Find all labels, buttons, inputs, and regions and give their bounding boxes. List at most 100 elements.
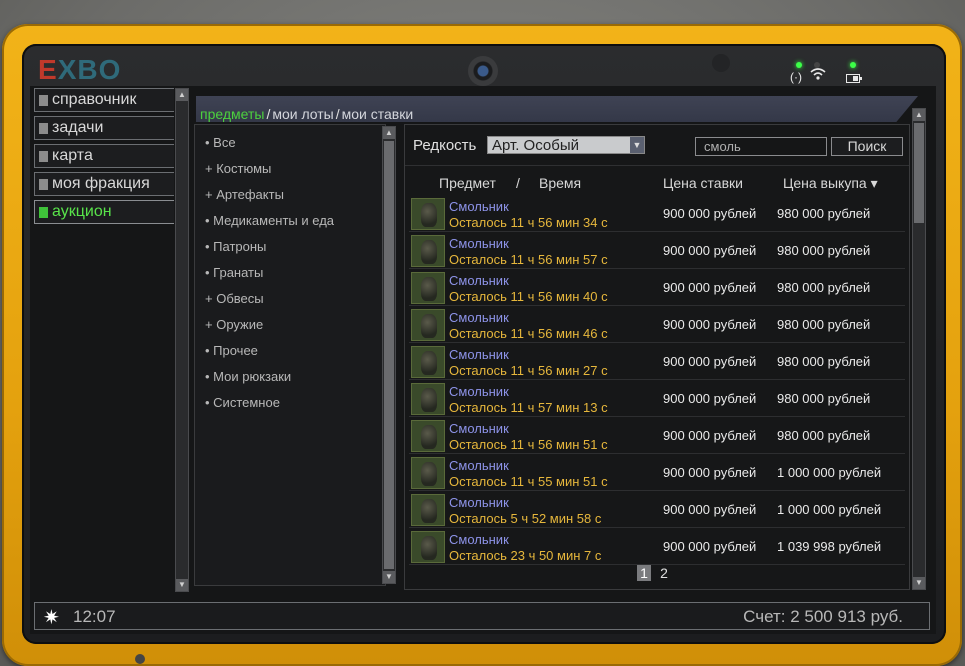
category-other[interactable]: • Прочее xyxy=(205,343,258,358)
artifact-icon xyxy=(421,536,437,560)
category-scrollbar[interactable]: ▲ ▼ xyxy=(382,126,396,584)
scroll-down-icon[interactable]: ▼ xyxy=(913,577,925,589)
table-row[interactable]: Смольник Осталось 11 ч 56 мин 40 с 900 000… xyxy=(409,269,905,306)
page-2-button[interactable]: 2 xyxy=(657,565,671,581)
page-1-button[interactable]: 1 xyxy=(637,565,651,581)
antenna-icon: (·) xyxy=(790,70,802,84)
sidebar-item-label: аукцион xyxy=(52,203,112,220)
category-medicine-food[interactable]: • Медикаменты и еда xyxy=(205,213,334,228)
artifact-icon xyxy=(421,425,437,449)
column-item[interactable]: Предмет xyxy=(439,175,496,191)
table-row[interactable]: Смольник Осталось 11 ч 56 мин 51 с 900 000… xyxy=(409,417,905,454)
table-row[interactable]: Смольник Осталось 11 ч 56 мин 57 с 900 000… xyxy=(409,232,905,269)
category-attachments[interactable]: + Обвесы xyxy=(205,291,264,306)
lot-buyout-price: 1 039 998 рублей xyxy=(777,539,882,554)
artifact-thumbnail xyxy=(411,346,445,378)
lot-rows: Смольник Осталось 11 ч 56 мин 34 с 900 000… xyxy=(409,195,905,565)
bullet-icon xyxy=(39,206,48,218)
search-input[interactable]: смоль xyxy=(695,137,827,156)
rarity-label: Редкость xyxy=(413,137,477,154)
lot-bid-price: 900 000 рублей xyxy=(663,539,757,554)
rarity-value: Арт. Особый xyxy=(492,137,579,154)
artifact-thumbnail xyxy=(411,383,445,415)
lot-bid-price: 900 000 рублей xyxy=(663,354,757,369)
table-row[interactable]: Смольник Осталось 11 ч 56 мин 27 с 900 000… xyxy=(409,343,905,380)
table-row[interactable]: Смольник Осталось 11 ч 57 мин 13 с 900 000… xyxy=(409,380,905,417)
tab-my-bids[interactable]: мои ставки xyxy=(342,106,414,122)
category-grenades[interactable]: • Гранаты xyxy=(205,265,263,280)
lot-bid-price: 900 000 рублей xyxy=(663,280,757,295)
lot-name: Смольник xyxy=(449,273,509,288)
category-weapons[interactable]: + Оружие xyxy=(205,317,263,332)
category-ammo[interactable]: • Патроны xyxy=(205,239,266,254)
sidebar-item-label: карта xyxy=(52,147,93,164)
scroll-up-icon[interactable]: ▲ xyxy=(383,127,395,139)
bullet-icon xyxy=(39,94,48,106)
table-row[interactable]: Смольник Осталось 11 ч 56 мин 34 с 900 000… xyxy=(409,195,905,232)
column-time[interactable]: Время xyxy=(539,175,581,191)
bullet-icon xyxy=(39,178,48,190)
chevron-down-icon[interactable]: ▼ xyxy=(630,137,644,153)
lot-time-left: Осталось 23 ч 50 мин 7 с xyxy=(449,548,602,563)
lot-bid-price: 900 000 рублей xyxy=(663,428,757,443)
lot-time-left: Осталось 11 ч 56 мин 40 с xyxy=(449,289,608,304)
category-my-backpacks[interactable]: • Мои рюкзаки xyxy=(205,369,291,384)
column-buyout-price[interactable]: Цена выкупа ▾ xyxy=(783,175,878,192)
artifact-icon xyxy=(421,388,437,412)
lot-time-left: Осталось 11 ч 56 мин 46 с xyxy=(449,326,608,341)
tab-separator: / xyxy=(266,106,271,122)
sidebar-item-reference[interactable]: справочник xyxy=(34,88,174,112)
sidebar-item-map[interactable]: карта xyxy=(34,144,174,168)
scroll-up-icon[interactable]: ▲ xyxy=(913,109,925,121)
lot-buyout-price: 980 000 рублей xyxy=(777,206,871,221)
divider xyxy=(405,165,909,166)
scroll-thumb[interactable] xyxy=(384,141,394,569)
tab-my-lots[interactable]: мои лоты xyxy=(272,106,333,122)
sidebar-item-label: задачи xyxy=(52,119,104,136)
lot-list-scrollbar[interactable]: ▲ ▼ xyxy=(912,108,926,590)
lot-name: Смольник xyxy=(449,384,509,399)
scroll-down-icon[interactable]: ▼ xyxy=(383,571,395,583)
battery-led-icon xyxy=(850,62,856,68)
sidebar-scrollbar[interactable]: ▲ ▼ xyxy=(175,88,189,592)
category-all[interactable]: • Все xyxy=(205,135,236,150)
artifact-icon xyxy=(421,277,437,301)
scroll-thumb[interactable] xyxy=(914,123,924,223)
lot-time-left: Осталось 5 ч 52 мин 58 с xyxy=(449,511,602,526)
tab-items[interactable]: предметы xyxy=(200,106,264,122)
artifact-thumbnail xyxy=(411,420,445,452)
table-row[interactable]: Смольник Осталось 11 ч 56 мин 46 с 900 000… xyxy=(409,306,905,343)
rarity-dropdown[interactable]: Арт. Особый ▼ xyxy=(487,136,645,154)
lot-buyout-price: 980 000 рублей xyxy=(777,428,871,443)
artifact-icon xyxy=(421,314,437,338)
exbo-logo: EXBO xyxy=(38,54,122,85)
artifact-icon xyxy=(421,203,437,227)
scroll-up-icon[interactable]: ▲ xyxy=(176,89,188,101)
lot-name: Смольник xyxy=(449,236,509,251)
lot-time-left: Осталось 11 ч 56 мин 27 с xyxy=(449,363,608,378)
table-row[interactable]: Смольник Осталось 11 ч 55 мин 51 с 900 000… xyxy=(409,454,905,491)
artifact-thumbnail xyxy=(411,198,445,230)
tab-separator: / xyxy=(335,106,340,122)
artifact-thumbnail xyxy=(411,272,445,304)
scroll-down-icon[interactable]: ▼ xyxy=(176,579,188,591)
artifact-thumbnail xyxy=(411,235,445,267)
category-suits[interactable]: + Костюмы xyxy=(205,161,271,176)
artifact-icon xyxy=(421,240,437,264)
sidebar-item-tasks[interactable]: задачи xyxy=(34,116,174,140)
category-system[interactable]: • Системное xyxy=(205,395,280,410)
home-button[interactable] xyxy=(135,654,145,664)
sidebar-item-faction[interactable]: моя фракция xyxy=(34,172,174,196)
signal-led-icon xyxy=(796,62,802,68)
column-bid-price[interactable]: Цена ставки xyxy=(663,175,743,191)
lot-time-left: Осталось 11 ч 56 мин 51 с xyxy=(449,437,608,452)
sidebar-item-auction[interactable]: аукцион xyxy=(34,200,174,224)
category-list: • Все + Костюмы + Артефакты • Медикамент… xyxy=(194,124,386,586)
lot-name: Смольник xyxy=(449,310,509,325)
search-button[interactable]: Поиск xyxy=(831,137,903,156)
table-row[interactable]: Смольник Осталось 5 ч 52 мин 58 с 900 000 … xyxy=(409,491,905,528)
table-row[interactable]: Смольник Осталось 23 ч 50 мин 7 с 900 000 … xyxy=(409,528,905,565)
sidebar-item-label: моя фракция xyxy=(52,175,150,192)
category-artifacts[interactable]: + Артефакты xyxy=(205,187,284,202)
artifact-icon xyxy=(421,499,437,523)
